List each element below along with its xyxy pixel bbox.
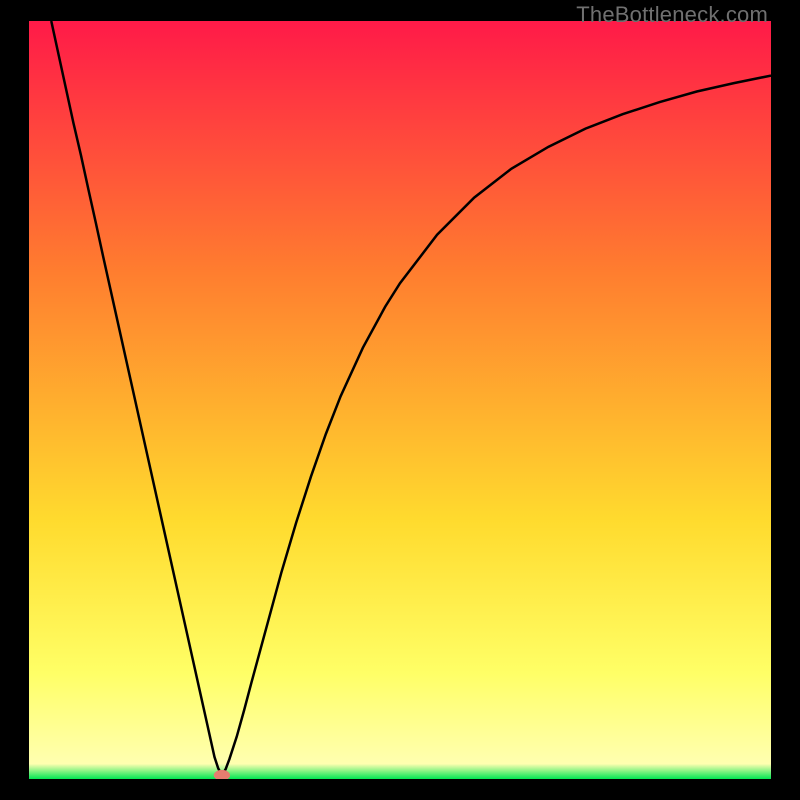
chart-svg: [29, 21, 771, 779]
gradient-background: [29, 21, 771, 779]
watermark-text: TheBottleneck.com: [576, 2, 768, 28]
chart-frame: TheBottleneck.com: [0, 0, 800, 800]
plot-area: [29, 21, 771, 779]
